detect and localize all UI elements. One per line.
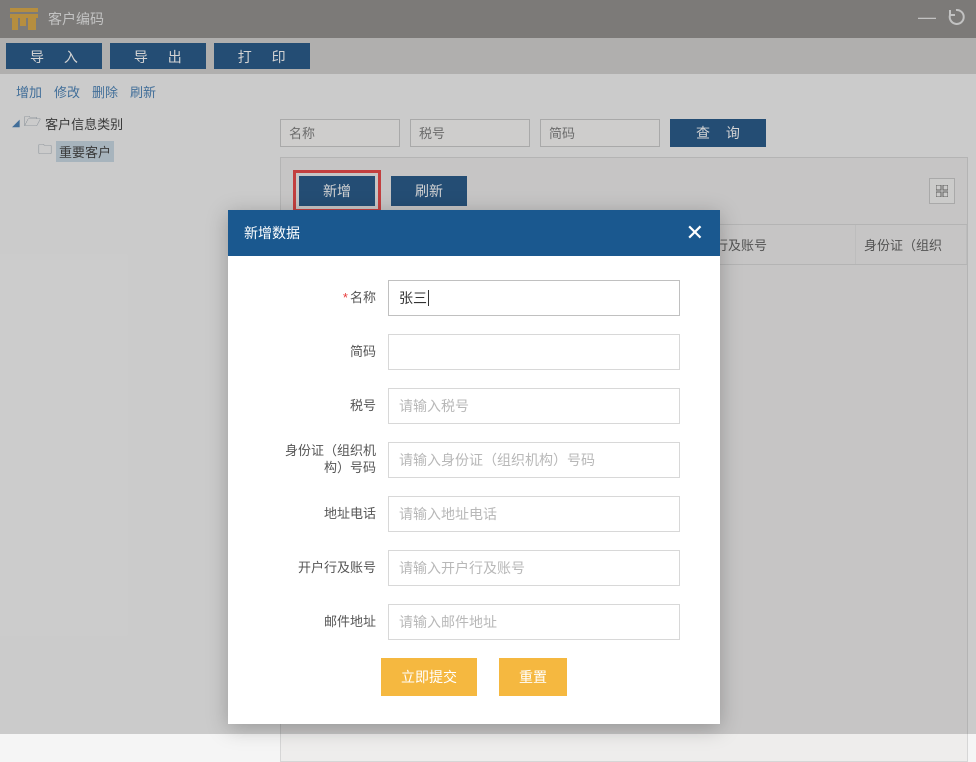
idcard-field[interactable]	[388, 442, 680, 478]
code-field[interactable]	[388, 334, 680, 370]
modal-body: *名称 张三 简码 税号 身份证（组织机构）号码 地址电话 开户行及账号 邮件地…	[228, 256, 720, 724]
label-addr: 地址电话	[268, 506, 388, 523]
close-icon[interactable]: ✕	[686, 222, 704, 244]
label-bank: 开户行及账号	[268, 560, 388, 577]
modal-header: 新增数据 ✕	[228, 210, 720, 256]
tax-field[interactable]	[388, 388, 680, 424]
addr-field[interactable]	[388, 496, 680, 532]
name-field[interactable]: 张三	[388, 280, 680, 316]
label-name: *名称	[268, 290, 388, 307]
reset-button[interactable]: 重置	[499, 658, 567, 696]
label-code: 简码	[268, 344, 388, 361]
modal-add: 新增数据 ✕ *名称 张三 简码 税号 身份证（组织机构）号码 地址电话 开户行…	[228, 210, 720, 724]
label-email: 邮件地址	[268, 614, 388, 631]
text-caret	[428, 290, 429, 306]
modal-title: 新增数据	[244, 223, 300, 243]
bank-field[interactable]	[388, 550, 680, 586]
submit-button[interactable]: 立即提交	[381, 658, 477, 696]
label-tax: 税号	[268, 398, 388, 415]
label-idcard: 身份证（组织机构）号码	[268, 443, 388, 477]
email-field[interactable]	[388, 604, 680, 640]
name-value: 张三	[399, 288, 427, 308]
